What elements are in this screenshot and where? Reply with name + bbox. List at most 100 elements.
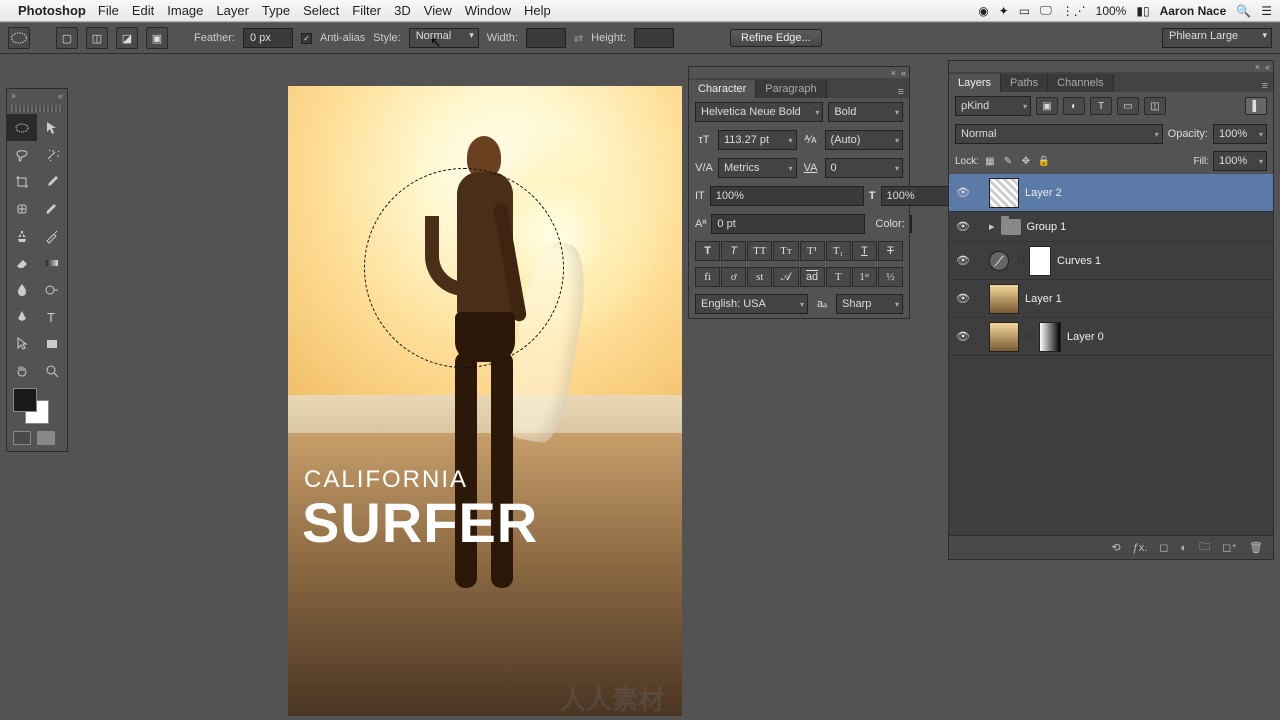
selection-subtract-icon[interactable]: ◪ [116,27,138,49]
tab-layers[interactable]: Layers [949,74,1001,92]
filter-toggle[interactable]: ▌ [1245,97,1267,115]
filter-type-icon[interactable]: T [1090,97,1112,115]
font-weight-select[interactable]: Bold [828,102,903,122]
swap-dimensions-icon[interactable]: ⇄ [574,32,583,45]
layer-mask-thumb[interactable] [1029,246,1051,276]
gradient-tool[interactable] [37,249,67,276]
baseline-input[interactable] [711,214,865,234]
feather-input[interactable] [243,28,293,48]
workspace-select[interactable]: Phlearn Large [1162,28,1272,48]
kerning-select[interactable]: Metrics [718,158,797,178]
mask-link-icon[interactable]: ⛓ [1015,254,1023,268]
hand-tool[interactable] [7,357,37,384]
path-select-tool[interactable] [7,330,37,357]
quickmask-icon[interactable] [13,431,31,445]
marquee-tool[interactable] [7,114,37,141]
lock-all-icon[interactable]: 🔒 [1037,154,1051,168]
ot-titling-button[interactable]: T [826,267,851,287]
selection-add-icon[interactable]: ◫ [86,27,108,49]
superscript-button[interactable]: T¹ [800,241,825,261]
blur-tool[interactable] [7,276,37,303]
new-group-icon[interactable]: 🗀 [1199,538,1210,557]
lock-pixels-icon[interactable]: ✎ [1001,154,1015,168]
allcaps-button[interactable]: TT [747,241,772,261]
antialias-checkbox[interactable]: ✓ [301,33,312,44]
selection-intersect-icon[interactable]: ▣ [146,27,168,49]
menu-3d[interactable]: 3D [394,3,411,18]
crop-tool[interactable] [7,168,37,195]
vscale-input[interactable] [710,186,864,206]
filter-kind-select[interactable]: ρ Kind [955,96,1031,116]
screenmode-icon[interactable] [37,431,55,445]
cc-status-icon[interactable]: ◉ [978,4,988,18]
tab-paragraph[interactable]: Paragraph [756,80,826,98]
ot-fractions-button[interactable]: ½ [878,267,903,287]
healing-brush-tool[interactable] [7,195,37,222]
tools-close-icon[interactable]: × [11,91,16,101]
menu-filter[interactable]: Filter [352,3,381,18]
layer-thumb[interactable] [989,322,1019,352]
layer-row[interactable]: 👁 ⛓ Curves 1 [949,242,1273,280]
visibility-toggle[interactable]: 👁 [955,253,971,269]
layer-fx-icon[interactable]: ƒx. [1133,542,1148,554]
height-input[interactable] [634,28,674,48]
tab-channels[interactable]: Channels [1048,74,1113,92]
filter-shape-icon[interactable]: ▭ [1117,97,1139,115]
font-family-select[interactable]: Helvetica Neue Bold [695,102,823,122]
ot-swash-button[interactable]: 𝒜 [773,267,798,287]
charpanel-collapse-icon[interactable]: « [901,68,906,78]
ot-discretionary-button[interactable]: st [747,267,772,287]
wifi-icon[interactable]: ⋮⋰ [1062,4,1086,18]
tools-collapse-icon[interactable]: « [58,91,63,101]
font-size-input[interactable]: 113.27 pt [718,130,797,150]
opacity-input[interactable]: 100% [1213,124,1267,144]
menu-edit[interactable]: Edit [132,3,154,18]
add-mask-icon[interactable]: ◻ [1159,541,1168,554]
charpanel-close-icon[interactable]: × [891,68,896,78]
layers-close-icon[interactable]: × [1255,62,1260,72]
layers-menu-icon[interactable]: ≡ [1257,80,1273,92]
strikethrough-button[interactable]: T [878,241,903,261]
delete-layer-icon[interactable]: 🗑 [1249,541,1263,554]
tools-grip-handle[interactable] [11,105,63,112]
menu-window[interactable]: Window [465,3,511,18]
dodge-tool[interactable] [37,276,67,303]
tab-paths[interactable]: Paths [1001,74,1048,92]
layer-name[interactable]: Layer 1 [1025,293,1062,305]
layer-row[interactable]: 👁 Layer 2 [949,174,1273,212]
foreground-color-swatch[interactable] [13,388,37,412]
visibility-toggle[interactable]: 👁 [955,329,971,345]
history-brush-tool[interactable] [37,222,67,249]
layer-mask-thumb[interactable] [1039,322,1061,352]
pen-tool[interactable] [7,303,37,330]
layer-thumb[interactable] [989,284,1019,314]
layer-row[interactable]: 👁 ⛓ Layer 0 [949,318,1273,356]
eyedropper-tool[interactable] [37,168,67,195]
new-layer-icon[interactable]: ◻⁺ [1222,541,1237,554]
leading-input[interactable]: (Auto) [825,130,904,150]
style-select[interactable]: Normal [409,28,479,48]
faux-bold-button[interactable]: T [695,241,720,261]
eraser-tool[interactable] [7,249,37,276]
mask-link-icon[interactable]: ⛓ [1025,330,1033,344]
type-tool[interactable]: T [37,303,67,330]
layer-thumb[interactable] [989,178,1019,208]
layers-collapse-icon[interactable]: « [1265,62,1270,72]
tracking-input[interactable]: 0 [825,158,904,178]
document-canvas[interactable]: CALIFORNIA SURFER [288,86,682,716]
menu-file[interactable]: File [98,3,119,18]
char-color-swatch[interactable] [910,215,912,233]
spotlight-icon[interactable]: 🔍 [1236,4,1251,18]
lock-position-icon[interactable]: ✥ [1019,154,1033,168]
visibility-toggle[interactable]: 👁 [955,291,971,307]
faux-italic-button[interactable]: T [721,241,746,261]
visibility-toggle[interactable]: 👁 [955,219,971,235]
rectangle-tool[interactable] [37,330,67,357]
menu-list-icon[interactable]: ☰ [1261,4,1272,18]
tool-preset-icon[interactable] [8,27,30,49]
ot-ligatures-button[interactable]: fi [695,267,720,287]
antialias-select[interactable]: Sharp [836,294,903,314]
move-tool[interactable] [37,114,67,141]
add-adjustment-icon[interactable]: ◐ [1180,542,1187,554]
clone-stamp-tool[interactable] [7,222,37,249]
